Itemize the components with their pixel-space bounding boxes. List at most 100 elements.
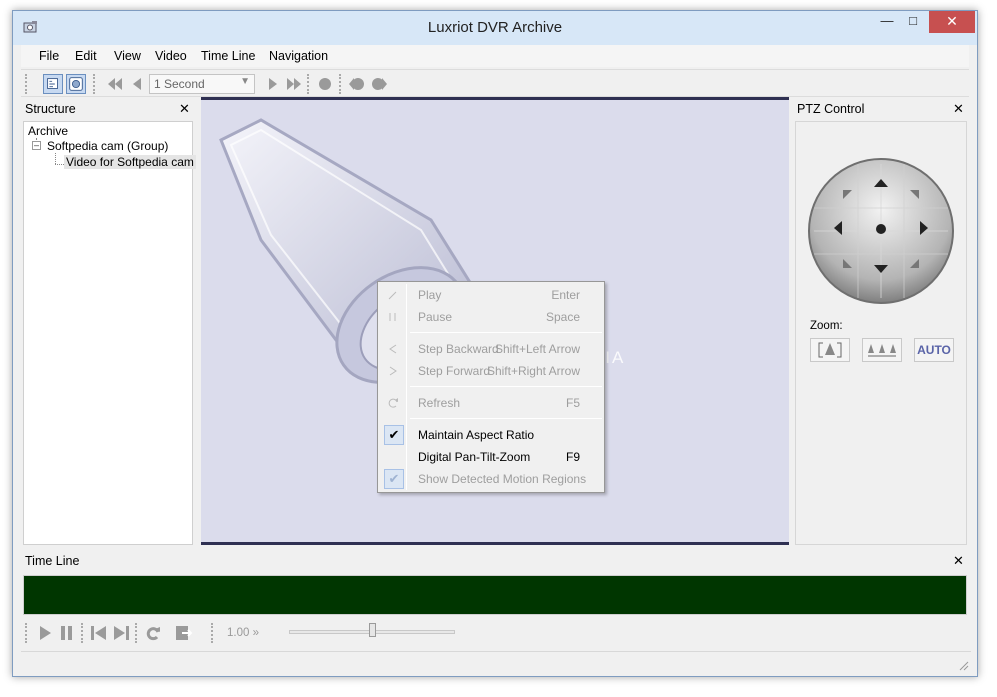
structure-view-icon[interactable]: [43, 74, 63, 94]
menu-view[interactable]: View: [114, 49, 141, 63]
ptz-body: Zoom: AUTO: [795, 121, 967, 545]
structure-tree: Archive – Softpedia cam (Group) Video fo…: [23, 121, 196, 545]
next-event-icon[interactable]: [369, 74, 389, 94]
ctx-digital-ptz[interactable]: Digital Pan-Tilt-Zoom F9: [380, 446, 602, 468]
video-context-menu: Play Enter Pause Space Step Backward Shi…: [377, 281, 605, 493]
zoom-auto-button[interactable]: AUTO: [914, 338, 954, 362]
speed-slider-thumb[interactable]: [369, 623, 376, 637]
zoom-in-tree-icon: [818, 342, 842, 358]
timeline-close-icon[interactable]: ✕: [953, 553, 964, 569]
forward-fast-icon[interactable]: [284, 74, 304, 94]
window-title: Luxriot DVR Archive: [427, 19, 563, 36]
checkmark-icon: ✔: [384, 425, 404, 445]
step-back-icon[interactable]: [127, 74, 147, 94]
menu-navigation[interactable]: Navigation: [269, 49, 328, 63]
ctx-separator: [410, 418, 602, 419]
ctx-show-motion-regions[interactable]: ✔ Show Detected Motion Regions: [380, 468, 602, 490]
rewind-fast-icon[interactable]: [105, 74, 125, 94]
menu-bar: File Edit View Video Time Line Navigatio…: [21, 45, 969, 67]
camera-view-icon[interactable]: [66, 74, 86, 94]
ctx-pause[interactable]: Pause Space: [380, 306, 602, 328]
pan-down-right-icon[interactable]: [909, 258, 919, 268]
maximize-button[interactable]: □: [901, 11, 925, 33]
ctx-shortcut: F9: [565, 450, 580, 464]
app-window: Luxriot DVR Archive — □ ✕ File Edit View…: [12, 10, 978, 677]
structure-title: Structure: [25, 102, 76, 116]
ctx-shortcut: Shift+Left Arrow: [494, 342, 580, 356]
close-button[interactable]: ✕: [929, 11, 975, 33]
ctx-label: Play: [418, 288, 442, 302]
go-to-start-icon[interactable]: [89, 623, 109, 643]
pan-up-right-icon[interactable]: [909, 190, 919, 200]
ctx-step-forward[interactable]: Step Forward Shift+Right Arrow: [380, 360, 602, 382]
pan-right-icon[interactable]: [919, 221, 929, 235]
toolbar-grip[interactable]: [25, 74, 28, 94]
playback-speed: 1.00 »: [227, 627, 259, 639]
ptz-close-icon[interactable]: ✕: [953, 101, 964, 117]
structure-close-icon[interactable]: ✕: [179, 101, 190, 117]
tree-line: [55, 164, 64, 165]
ctx-label: Maintain Aspect Ratio: [418, 428, 535, 442]
timeline-controls: 1.00 »: [21, 619, 971, 647]
toolbar-separator: [339, 74, 342, 94]
play-icon[interactable]: [35, 623, 55, 643]
menu-video[interactable]: Video: [155, 49, 187, 63]
tree-line: [55, 153, 56, 164]
tree-node-archive[interactable]: Archive: [28, 124, 68, 138]
timeline-track[interactable]: [23, 575, 967, 615]
ctx-step-backward[interactable]: Step Backward Shift+Left Arrow: [380, 338, 602, 360]
ctx-shortcut: Shift+Right Arrow: [486, 364, 580, 378]
checkmark-icon: ✔: [384, 469, 404, 489]
menu-file[interactable]: File: [39, 49, 59, 63]
pan-home-icon[interactable]: [875, 223, 887, 235]
ctx-shortcut: F5: [565, 396, 580, 410]
collapse-icon[interactable]: –: [32, 141, 41, 150]
tree-node-group[interactable]: Softpedia cam (Group): [47, 139, 168, 153]
refresh-icon: [388, 398, 398, 408]
speed-select[interactable]: 1 Second ▼: [149, 74, 255, 94]
toolbar: 1 Second ▼: [21, 69, 969, 97]
speed-select-value: 1 Second: [154, 77, 205, 91]
minimize-button[interactable]: —: [875, 11, 899, 33]
ctx-label: Pause: [418, 310, 453, 324]
ptz-title: PTZ Control: [797, 102, 865, 116]
zoom-out-button[interactable]: [862, 338, 902, 362]
resize-grip-icon[interactable]: [957, 659, 969, 671]
pan-down-left-icon[interactable]: [843, 258, 853, 268]
step-forward-icon[interactable]: [263, 74, 283, 94]
status-bar: [21, 651, 971, 673]
toolbar-separator: [81, 623, 84, 643]
ctx-shortcut: Space: [545, 310, 580, 324]
ctx-shortcut: Enter: [551, 288, 580, 302]
timeline-title: Time Line: [25, 554, 80, 568]
go-to-end-icon[interactable]: [111, 623, 131, 643]
pan-left-icon[interactable]: [833, 221, 843, 235]
export-icon[interactable]: [173, 623, 193, 643]
ctx-maintain-aspect-ratio[interactable]: ✔ Maintain Aspect Ratio: [380, 424, 602, 446]
ptz-panel: PTZ Control ✕ Zoom: AUTO: [793, 99, 971, 547]
pause-icon[interactable]: [57, 623, 77, 643]
refresh-icon[interactable]: [143, 623, 163, 643]
toolbar-separator: [135, 623, 138, 643]
pan-down-icon[interactable]: [874, 264, 888, 274]
ctx-label: Step Forward: [418, 364, 491, 378]
pan-up-icon[interactable]: [874, 178, 888, 188]
ctx-refresh[interactable]: Refresh F5: [380, 392, 602, 414]
prev-event-icon[interactable]: [347, 74, 367, 94]
toolbar-separator: [211, 623, 214, 643]
timeline-panel: Time Line ✕ 1.00 »: [21, 551, 971, 661]
step-forward-icon: [389, 366, 397, 376]
chevron-down-icon: ▼: [240, 76, 250, 87]
pan-up-left-icon[interactable]: [843, 190, 853, 200]
record-icon[interactable]: [315, 74, 335, 94]
ctx-play[interactable]: Play Enter: [380, 284, 602, 306]
zoom-in-button[interactable]: [810, 338, 850, 362]
ctx-label: Step Backward: [418, 342, 499, 356]
menu-edit[interactable]: Edit: [75, 49, 97, 63]
tree-node-camera[interactable]: Video for Softpedia cam: [64, 155, 196, 169]
zoom-label: Zoom:: [810, 320, 843, 332]
step-backward-icon: [389, 344, 397, 354]
toolbar-grip[interactable]: [25, 623, 28, 643]
toolbar-separator: [307, 74, 310, 94]
menu-time-line[interactable]: Time Line: [201, 49, 255, 63]
